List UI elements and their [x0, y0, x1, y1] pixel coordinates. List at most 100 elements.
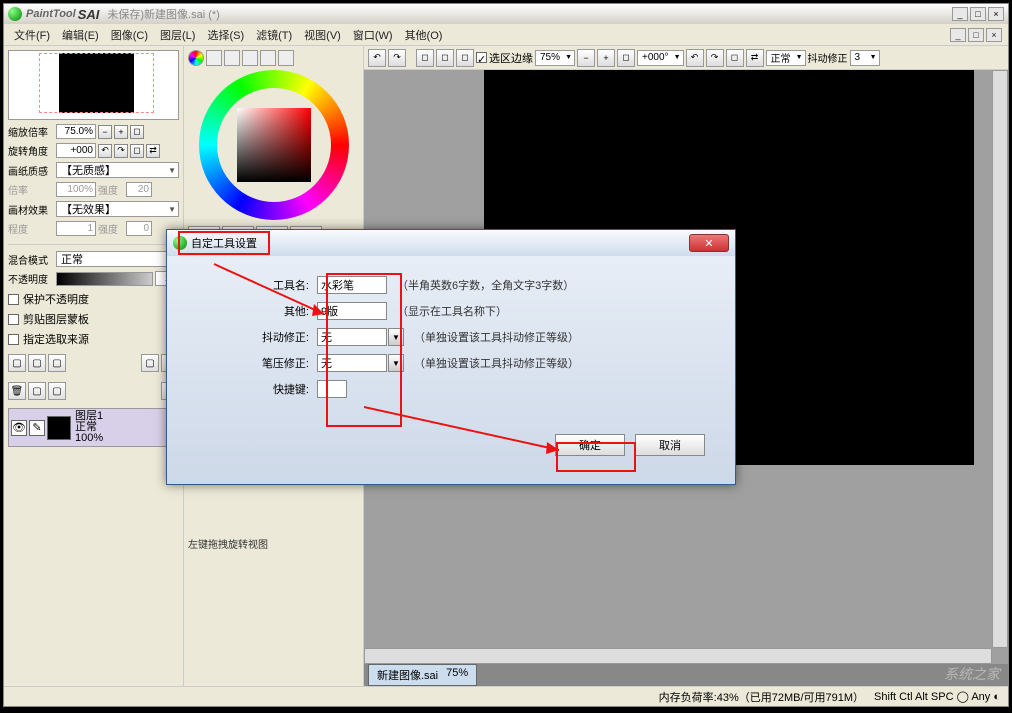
app-name-paint: PaintTool [26, 8, 76, 20]
sv-square[interactable] [237, 108, 311, 182]
layer-edit-icon[interactable]: ✎ [29, 420, 45, 436]
angle-dropdown[interactable]: +000° [637, 50, 684, 66]
flip-button[interactable]: ⇄ [146, 144, 160, 158]
zoom-value[interactable]: 75.0% [56, 124, 96, 139]
close-button[interactable]: × [988, 7, 1004, 21]
rotate-reset-button[interactable]: ◻ [130, 144, 144, 158]
menu-view[interactable]: 视图(V) [300, 25, 345, 45]
strength2-label: 强度 [98, 221, 124, 236]
rotate-left-button[interactable]: ↶ [98, 144, 112, 158]
strength2-value: 0 [126, 221, 152, 236]
color-wheel-icon[interactable] [188, 50, 204, 66]
rot-reset-button[interactable]: ◻ [726, 49, 744, 67]
zoom-in-button[interactable]: + [597, 49, 615, 67]
hotkey-label: 快捷键: [197, 381, 317, 397]
color-wheel[interactable] [199, 70, 349, 220]
blend-mode-dropdown[interactable]: 正常 [56, 251, 179, 267]
stabilizer-dropdown-button[interactable]: ▼ [388, 328, 404, 346]
menu-select[interactable]: 选择(S) [203, 25, 248, 45]
protect-alpha-label: 保护不透明度 [23, 291, 89, 307]
doc-close-button[interactable]: × [986, 28, 1002, 42]
scratchpad-icon[interactable] [278, 50, 294, 66]
material-dropdown[interactable]: 【无效果】 [56, 201, 179, 217]
pressure-label: 笔压修正: [197, 355, 317, 371]
menu-window[interactable]: 窗口(W) [349, 25, 397, 45]
maximize-button[interactable]: □ [970, 7, 986, 21]
undo-button[interactable]: ↶ [368, 49, 386, 67]
toolname-input[interactable] [317, 276, 387, 294]
minimize-button[interactable]: _ [952, 7, 968, 21]
protect-alpha-checkbox[interactable] [8, 294, 19, 305]
zoom-dropdown[interactable]: 75% [535, 50, 575, 66]
horizontal-scrollbar[interactable] [364, 648, 992, 664]
flatten-icon[interactable]: ▢ [48, 382, 66, 400]
app-name-sai: SAI [78, 7, 100, 22]
zoom-out-button[interactable]: − [577, 49, 595, 67]
rot-right-button[interactable]: ↷ [706, 49, 724, 67]
hsv-slider-icon[interactable] [224, 50, 240, 66]
dialog-close-button[interactable]: ✕ [689, 234, 729, 252]
other-input[interactable] [317, 302, 387, 320]
document-tabs: 新建图像.sai 75% [364, 664, 1008, 686]
rgb-slider-icon[interactable] [206, 50, 222, 66]
select-source-checkbox[interactable] [8, 334, 19, 345]
app-logo-icon [8, 7, 22, 21]
zoom-fit-button[interactable]: ◻ [617, 49, 635, 67]
rotate-right-button[interactable]: ↷ [114, 144, 128, 158]
redo-button[interactable]: ↷ [388, 49, 406, 67]
stabilizer-input[interactable] [317, 328, 387, 346]
pressure-input[interactable] [317, 354, 387, 372]
cancel-button[interactable]: 取消 [635, 434, 705, 456]
mask-icon[interactable]: ▢ [141, 354, 159, 372]
paper-texture-dropdown[interactable]: 【无质感】 [56, 162, 179, 178]
zoom-plus-button[interactable]: + [114, 125, 128, 139]
gray-slider-icon[interactable] [242, 50, 258, 66]
zoom-minus-button[interactable]: − [98, 125, 112, 139]
stabilizer-hint: （单独设置该工具抖动修正等级） [414, 329, 579, 345]
swatches-icon[interactable] [260, 50, 276, 66]
degree-value: 1 [56, 221, 96, 236]
new-linework-icon[interactable]: ▢ [28, 354, 46, 372]
menu-filter[interactable]: 滤镜(T) [252, 25, 296, 45]
blend-mode-label: 混合模式 [8, 252, 54, 267]
document-tab[interactable]: 新建图像.sai 75% [368, 664, 477, 686]
navigator-preview[interactable] [8, 50, 179, 120]
menu-other[interactable]: 其他(O) [401, 25, 447, 45]
rot-left-button[interactable]: ↶ [686, 49, 704, 67]
menu-file[interactable]: 文件(F) [10, 25, 54, 45]
mode-dropdown[interactable]: 正常 [766, 50, 806, 66]
hotkey-input[interactable] [317, 380, 347, 398]
menu-image[interactable]: 图像(C) [107, 25, 152, 45]
vertical-scrollbar[interactable] [992, 70, 1008, 648]
delete-layer-icon[interactable]: 🗑 [8, 382, 26, 400]
merge-down-icon[interactable]: ▢ [28, 382, 46, 400]
dialog-titlebar[interactable]: 自定工具设置 ✕ [167, 230, 735, 256]
edge-checkbox[interactable]: ✓ [476, 52, 487, 63]
opacity-slider[interactable] [56, 272, 153, 286]
ok-button[interactable]: 确定 [555, 434, 625, 456]
clip-mask-checkbox[interactable] [8, 314, 19, 325]
new-folder-icon[interactable]: ▢ [48, 354, 66, 372]
show-select-button[interactable]: ◻ [456, 49, 474, 67]
zoom-label: 缩放倍率 [8, 124, 54, 139]
new-layer-icon[interactable]: ▢ [8, 354, 26, 372]
rotate-value[interactable]: +000 [56, 143, 96, 158]
doc-maximize-button[interactable]: □ [968, 28, 984, 42]
menu-layer[interactable]: 图层(L) [156, 25, 199, 45]
zoom-reset-button[interactable]: ◻ [130, 125, 144, 139]
dialog-logo-icon [173, 236, 187, 250]
doc-minimize-button[interactable]: _ [950, 28, 966, 42]
layer-visibility-icon[interactable]: 👁 [11, 420, 27, 436]
layer-item[interactable]: 👁 ✎ 图层1 正常 100% [8, 408, 179, 447]
flip-h-button[interactable]: ⇄ [746, 49, 764, 67]
menu-bar: 文件(F) 编辑(E) 图像(C) 图层(L) 选择(S) 滤镜(T) 视图(V… [4, 24, 1008, 46]
stabilizer-label: 抖动修正 [808, 50, 848, 65]
stabilizer-dropdown[interactable]: 3 [850, 50, 880, 66]
dialog-title: 自定工具设置 [191, 235, 257, 251]
menu-edit[interactable]: 编辑(E) [58, 25, 103, 45]
status-bar: 内存负荷率:43%（已用72MB/可用791M） Shift Ctl Alt S… [4, 686, 1008, 706]
invert-select-button[interactable]: ◻ [436, 49, 454, 67]
toolname-hint: （半角英数6字数，全角文字3字数） [397, 277, 574, 293]
pressure-dropdown-button[interactable]: ▼ [388, 354, 404, 372]
deselect-button[interactable]: ◻ [416, 49, 434, 67]
